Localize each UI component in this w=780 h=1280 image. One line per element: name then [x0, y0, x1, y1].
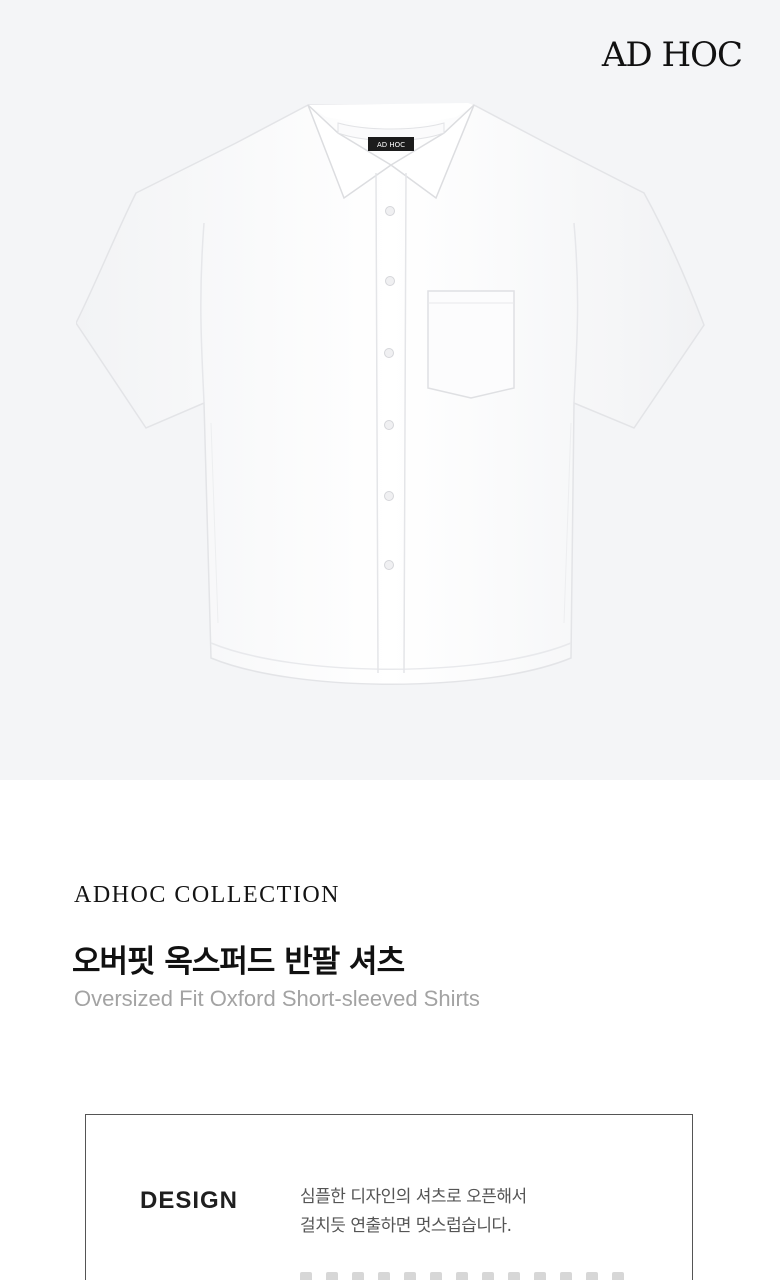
- chest-pocket: [427, 290, 515, 399]
- product-title-korean: 오버핏 옥스퍼드 반팔 셔츠: [72, 944, 405, 980]
- shirt-button: [384, 420, 394, 430]
- brand-logo: AD HOC: [601, 35, 743, 75]
- product-image: AD HOC: [76, 103, 706, 693]
- neck-label-text: AD HOC: [377, 141, 405, 149]
- design-description-line: 심플한 디자인의 셔츠로 오픈해서: [300, 1187, 527, 1207]
- shirt-button: [384, 491, 394, 501]
- shirt-button: [384, 560, 394, 570]
- shirt-button: [384, 348, 394, 358]
- shirt-button: [385, 206, 395, 216]
- shirt-button: [385, 276, 395, 286]
- design-description: 심플한 디자인의 셔츠로 오픈해서 걸치듯 연출하면 멋스럽습니다.: [300, 1183, 527, 1241]
- cut-off-text-line: [300, 1269, 660, 1280]
- design-info-box: DESIGN 심플한 디자인의 셔츠로 오픈해서 걸치듯 연출하면 멋스럽습니다…: [85, 1114, 693, 1280]
- product-title-english: Oversized Fit Oxford Short-sleeved Shirt…: [74, 986, 480, 1011]
- design-description-line: 걸치듯 연출하면 멋스럽습니다.: [300, 1216, 512, 1236]
- shirt-body: [76, 104, 705, 685]
- product-detail-page: AD HOC AD HOC ADHOC COLLECTION 오버핏 옥스퍼드 …: [0, 0, 780, 1280]
- product-hero-image-area: AD HOC AD HOC: [0, 0, 780, 780]
- collection-label: ADHOC COLLECTION: [74, 882, 340, 908]
- design-section-label: DESIGN: [140, 1187, 239, 1214]
- shirt-illustration: AD HOC: [76, 103, 705, 685]
